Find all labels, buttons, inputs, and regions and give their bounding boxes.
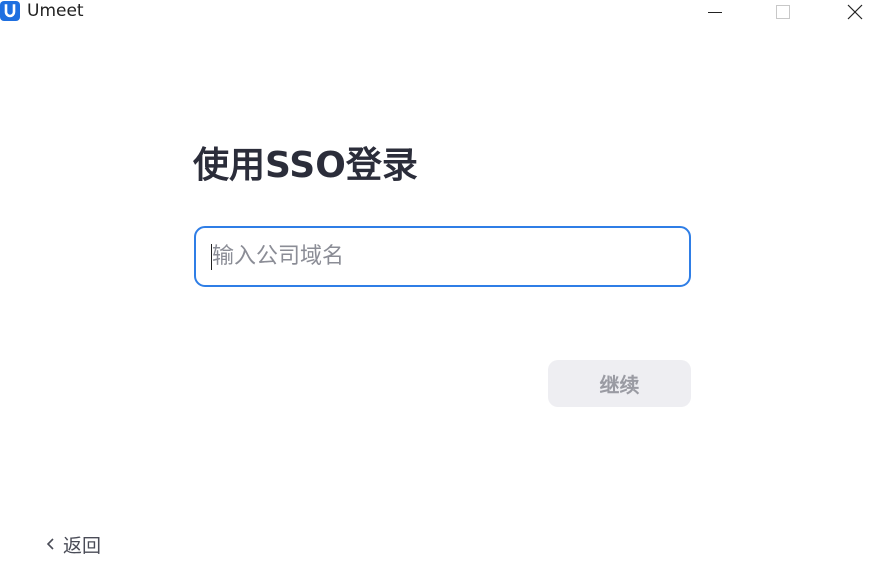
back-label: 返回 bbox=[63, 534, 102, 557]
title-bar[interactable]: Umeet bbox=[0, 0, 885, 26]
window-title: Umeet bbox=[27, 1, 84, 21]
umeet-logo-icon bbox=[0, 1, 20, 21]
maximize-button[interactable] bbox=[760, 0, 806, 24]
minimize-icon bbox=[708, 12, 722, 13]
minimize-button[interactable] bbox=[692, 0, 738, 24]
maximize-icon bbox=[776, 5, 790, 19]
page-title: 使用SSO登录 bbox=[193, 145, 418, 186]
app-window: Umeet 使用SSO登录 继续 返回 bbox=[0, 0, 885, 583]
chevron-left-icon bbox=[46, 538, 54, 550]
close-icon bbox=[847, 4, 863, 20]
close-button[interactable] bbox=[832, 0, 878, 24]
text-caret bbox=[211, 244, 212, 270]
back-link[interactable]: 返回 bbox=[44, 531, 101, 557]
continue-button[interactable]: 继续 bbox=[548, 360, 691, 407]
company-domain-input[interactable] bbox=[194, 226, 691, 287]
